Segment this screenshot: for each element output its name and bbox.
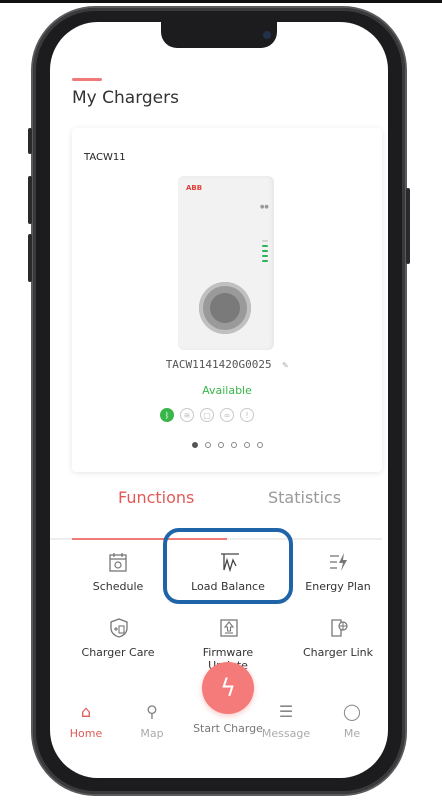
function-label: Charger Link [302,646,374,659]
function-label: Charger Care [81,646,155,659]
volume-down-button [28,234,32,282]
nav-me[interactable]: ◯ Me [322,702,382,740]
nav-label: Me [343,727,361,740]
lock-icon: ▢ [200,408,214,422]
function-label: Energy Plan [305,580,371,593]
function-label: Schedule [92,580,144,593]
start-charge-label: Start Charge [193,722,263,735]
power-button [406,188,410,264]
pager-dot[interactable] [256,442,263,448]
socket-icon [199,282,251,334]
message-icon: ☰ [278,702,294,721]
tab-statistics[interactable]: Statistics [268,488,341,507]
edit-icon[interactable]: ✎ [282,360,288,371]
charger-link-icon [329,618,348,638]
page-title: My Chargers [72,88,179,108]
pager-dot[interactable] [230,442,237,448]
profile-icon: ◯ [343,702,361,721]
calendar-icon [109,552,127,572]
home-icon: ⌂ [80,702,92,721]
nav-label: Map [140,727,164,740]
function-schedule[interactable]: Schedule [73,552,163,593]
lightning-icon: ϟ [220,674,236,702]
nav-map[interactable]: ⚲ Map [122,702,182,740]
camera-icon [263,31,271,39]
volume-up-button [28,176,32,224]
start-charge-button[interactable]: ϟ [202,662,254,714]
nav-home[interactable]: ⌂ Home [56,702,116,740]
status-icons: ᛒ ≋ ▢ ∞ ! [160,408,254,422]
tab-functions[interactable]: Functions [118,488,194,507]
device-indicator: ●● [260,204,269,210]
charger-name: TACW11 [84,152,126,163]
status-badge: Available [202,384,252,397]
bluetooth-icon: ᛒ [160,408,174,422]
pager-dot[interactable] [204,442,211,448]
serial-text: TACW1141420G0025 [165,358,272,371]
phone-screen: My Chargers TACW11 ABB ●● TACW1141420G00… [50,22,388,778]
map-pin-icon: ⚲ [146,702,158,721]
charger-serial[interactable]: TACW1141420G0025 ✎ [72,358,382,371]
title-accent [72,78,102,81]
charger-image: ABB ●● [178,176,274,350]
load-balance-highlight [163,528,293,604]
function-charger-care[interactable]: Charger Care [73,618,163,659]
link-icon: ∞ [220,408,234,422]
nav-label: Home [69,727,103,740]
info-icon: ! [240,408,254,422]
led-indicators [262,240,268,265]
shield-icon [109,618,128,638]
mute-switch [28,128,32,154]
firmware-update-icon [219,618,238,638]
energy-plan-icon [329,552,347,572]
charger-card[interactable]: TACW11 ABB ●● TACW1141420G0025 ✎ Availab… [72,128,382,472]
notch [161,22,277,48]
pager-dot[interactable] [217,442,224,448]
pager-dot[interactable] [191,442,198,448]
pager-dot[interactable] [243,442,250,448]
function-energy-plan[interactable]: Energy Plan [293,552,383,593]
top-border [0,0,442,3]
card-pager[interactable] [72,442,382,448]
function-charger-link[interactable]: Charger Link [293,618,383,659]
wifi-icon: ≋ [180,408,194,422]
brand-logo: ABB [186,184,203,192]
